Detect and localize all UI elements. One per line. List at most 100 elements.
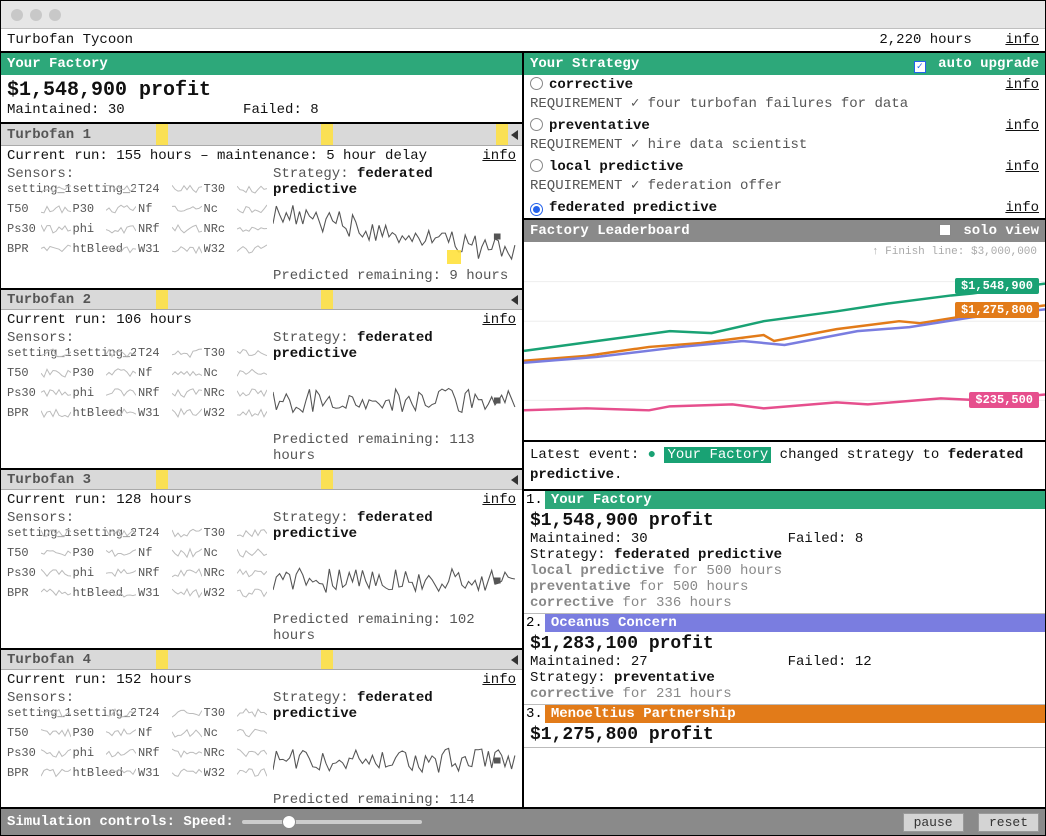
sensor-T50: T50 (7, 366, 71, 382)
turbofan-title[interactable]: Turbofan 2 (1, 288, 522, 310)
chrome-max-icon[interactable] (49, 9, 61, 21)
sensor-Ps30: Ps30 (7, 386, 71, 402)
strategy-option-federated-predictive[interactable]: federated predictiveinfo (524, 198, 1045, 218)
turbofan-info-link[interactable]: info (482, 672, 516, 688)
sensors-label: Sensors: (7, 330, 267, 346)
chrome-close-icon[interactable] (11, 9, 23, 21)
strategy-history: local predictive for 500 hours (530, 563, 1039, 579)
turbofan-title-label: Turbofan 3 (7, 472, 91, 488)
turbofan-info-link[interactable]: info (482, 492, 516, 508)
sensor-T30: T30 (204, 706, 268, 722)
sensor-Ps30: Ps30 (7, 222, 71, 238)
rank-stats: Maintained: 27Failed: 12 (530, 654, 1039, 670)
current-run-text: Current run: 128 hours (7, 492, 192, 508)
app-header: Turbofan Tycoon 2,220 hours info (1, 29, 1045, 53)
ranking-item: 3.Menoeltius Partnership$1,275,800 profi… (524, 705, 1045, 748)
sensor-NRf: NRf (138, 386, 202, 402)
timeline-marker-icon (156, 470, 168, 489)
chrome-min-icon[interactable] (30, 9, 42, 21)
speed-slider[interactable] (242, 820, 422, 824)
controls-label: Simulation controls: Speed: (7, 814, 234, 830)
maintained-value: 30 (108, 102, 125, 118)
strategy-option-corrective[interactable]: correctiveinfo (524, 75, 1045, 95)
sensor-grid: setting_1setting_2T24T30T50P30NfNcPs30ph… (7, 346, 267, 422)
sensor-Nc: Nc (204, 366, 268, 382)
auto-upgrade-toggle[interactable]: ✓ auto upgrade (914, 56, 1039, 73)
strategy-info-link[interactable]: info (1005, 77, 1039, 93)
app-title: Turbofan Tycoon (7, 32, 133, 48)
app-window: Turbofan Tycoon 2,220 hours info Your Fa… (0, 0, 1046, 836)
timeline-marker-icon (321, 470, 333, 489)
strategy-option-preventative[interactable]: preventativeinfo (524, 116, 1045, 136)
sensor-NRc: NRc (204, 566, 268, 582)
header-info-link[interactable]: info (1005, 32, 1039, 48)
strategy-line: Strategy: federated predictive (273, 690, 516, 722)
sensor-T30: T30 (204, 526, 268, 542)
turbofan-title[interactable]: Turbofan 1 (1, 124, 522, 146)
leaderboard-title-label: Factory Leaderboard (530, 223, 690, 239)
simulation-controls: Simulation controls: Speed: pause reset (1, 807, 1045, 835)
profit-chip: $1,275,800 (955, 302, 1039, 318)
predicted-remaining: Predicted remaining: 9 hours (273, 268, 516, 284)
leaderboard-header: Factory Leaderboard solo view (524, 220, 1045, 242)
highlight-marker-icon (447, 250, 461, 264)
rank-profit: $1,283,100 profit (530, 634, 1039, 654)
radio-icon (530, 77, 543, 90)
sensor-Nc: Nc (204, 202, 268, 218)
strategy-requirement: REQUIREMENT ✓ federation offer (524, 177, 1045, 198)
turbofan-title-label: Turbofan 1 (7, 127, 91, 143)
rank-number: 3. (524, 705, 545, 723)
sensor-htBleed: htBleed (73, 406, 137, 422)
rankings-list[interactable]: 1.Your Factory$1,548,900 profitMaintaine… (524, 491, 1045, 807)
sensor-NRc: NRc (204, 746, 268, 762)
caret-left-icon (511, 130, 518, 140)
your-factory-panel: Your Factory $1,548,900 profit Maintaine… (1, 53, 524, 807)
strategy-info-link[interactable]: info (1005, 118, 1039, 134)
timeline-marker-icon (321, 650, 333, 669)
profit-chip: $1,548,900 (955, 278, 1039, 294)
rank-profit: $1,275,800 profit (530, 725, 1039, 745)
sensor-T24: T24 (138, 526, 202, 542)
strategy-option-local-predictive[interactable]: local predictive info (524, 157, 1045, 177)
sensor-W31: W31 (138, 406, 202, 422)
sensor-grid: setting_1setting_2T24T30T50P30NfNcPs30ph… (7, 706, 267, 782)
sensor-Ps30: Ps30 (7, 746, 71, 762)
sensor-phi: phi (73, 566, 137, 582)
sensor-T30: T30 (204, 182, 268, 198)
your-factory-title-label: Your Factory (7, 56, 108, 72)
strategy-info-link[interactable]: info (1005, 200, 1039, 216)
sensor-W32: W32 (204, 406, 268, 422)
sensor-setting_2: setting_2 (73, 526, 137, 542)
rank-number: 2. (524, 614, 545, 632)
checkbox-icon (939, 224, 951, 236)
reset-button[interactable]: reset (978, 813, 1039, 832)
turbofan-info-link[interactable]: info (482, 148, 516, 164)
turbofan-info-link[interactable]: info (482, 312, 516, 328)
caret-left-icon (511, 295, 518, 305)
strategy-option-label: local predictive (549, 159, 683, 175)
slider-thumb-icon[interactable] (282, 815, 296, 829)
strategy-options: correctiveinfoREQUIREMENT ✓ four turbofa… (524, 75, 1045, 220)
rank-profit: $1,548,900 profit (530, 511, 1039, 531)
turbofan-title-label: Turbofan 4 (7, 652, 91, 668)
failed-label: Failed: (243, 102, 302, 118)
predicted-remaining: Predicted remaining: 114 hours (273, 792, 516, 807)
radio-icon (530, 159, 543, 172)
sensor-W32: W32 (204, 766, 268, 782)
sensor-phi: phi (73, 746, 137, 762)
sensor-BPR: BPR (7, 766, 71, 782)
turbofan-title[interactable]: Turbofan 4 (1, 648, 522, 670)
sensor-NRc: NRc (204, 222, 268, 238)
strategy-info-link[interactable]: info (1005, 159, 1039, 175)
prediction-chart (273, 722, 516, 792)
chart-svg (524, 242, 1045, 440)
sensor-W31: W31 (138, 766, 202, 782)
rank-number: 1. (524, 491, 545, 509)
solo-view-toggle[interactable]: solo view (939, 223, 1039, 239)
sensor-T50: T50 (7, 546, 71, 562)
strategy-line: Strategy: federated predictive (273, 330, 516, 362)
sensor-NRf: NRf (138, 222, 202, 238)
prediction-chart (273, 542, 516, 612)
pause-button[interactable]: pause (903, 813, 964, 832)
turbofan-title[interactable]: Turbofan 3 (1, 468, 522, 490)
